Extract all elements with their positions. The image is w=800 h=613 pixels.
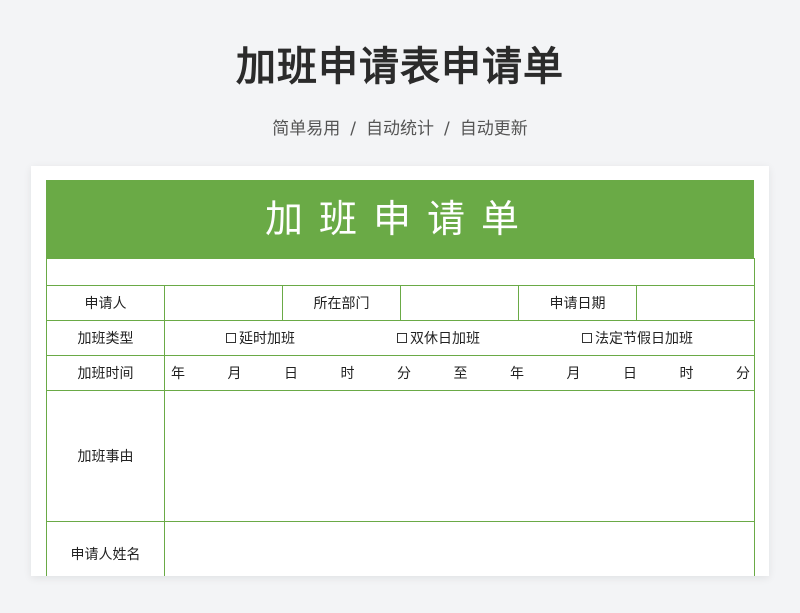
- time-unit: 时: [340, 366, 355, 382]
- applicant-label: 申请人: [46, 285, 165, 321]
- form-header: 加班申请单: [46, 180, 754, 258]
- signature-field[interactable]: [163, 521, 756, 576]
- type-row: 加班类型 延时加班 双休日加班 法定节假日加班: [46, 320, 756, 356]
- time-unit: 分: [736, 366, 750, 382]
- department-field[interactable]: [400, 285, 519, 321]
- blank-cell[interactable]: [45, 258, 756, 286]
- subtitle-item: 自动更新: [459, 119, 528, 139]
- subtitle-separator: /: [444, 119, 450, 139]
- date-label: 申请日期: [518, 285, 637, 321]
- page-subtitle: 简单易用 / 自动统计 / 自动更新: [0, 114, 800, 139]
- checkbox-icon[interactable]: [397, 333, 408, 343]
- time-unit: 至: [453, 366, 468, 382]
- page-title: 加班申请表申请单: [236, 44, 564, 90]
- applicant-field[interactable]: [164, 285, 283, 321]
- signature-label: 申请人姓名: [46, 521, 165, 576]
- time-unit: 月: [227, 366, 242, 382]
- overtime-form: 加班申请单 申请人 所在部门 申请日期 加班类型 延时加班 双休日加班 法定节假…: [45, 180, 756, 576]
- reason-row: 加班事由: [46, 390, 756, 522]
- time-unit: 分: [397, 366, 411, 382]
- time-unit: 年: [171, 366, 185, 382]
- type-options: 延时加班 双休日加班 法定节假日加班: [163, 320, 756, 356]
- time-unit: 年: [510, 366, 524, 382]
- time-row: 加班时间 年 月 日 时 分 至 年 月 日 时 分: [46, 355, 756, 391]
- reason-field[interactable]: [163, 390, 756, 522]
- time-unit: 日: [623, 366, 637, 382]
- time-label: 加班时间: [46, 355, 165, 391]
- time-field[interactable]: 年 月 日 时 分 至 年 月 日 时 分: [163, 355, 756, 391]
- time-unit: 日: [284, 366, 298, 382]
- signature-row: 申请人姓名: [46, 521, 756, 576]
- option-label: 法定节假日加班: [595, 331, 694, 347]
- department-label: 所在部门: [282, 285, 401, 321]
- subtitle-separator: /: [350, 119, 356, 139]
- reason-label: 加班事由: [46, 390, 165, 522]
- option-label: 延时加班: [239, 331, 295, 347]
- type-option-delay[interactable]: 延时加班: [226, 328, 295, 348]
- blank-row: [45, 258, 756, 286]
- option-label: 双休日加班: [410, 331, 481, 347]
- form-table: 申请人 所在部门 申请日期 加班类型 延时加班 双休日加班 法定节假日加班 加班…: [45, 258, 756, 576]
- form-sheet: 加班申请单 申请人 所在部门 申请日期 加班类型 延时加班 双休日加班 法定节假…: [31, 166, 769, 576]
- checkbox-icon[interactable]: [582, 333, 593, 343]
- subtitle-item: 自动统计: [366, 119, 434, 139]
- applicant-row: 申请人 所在部门 申请日期: [46, 285, 756, 321]
- type-option-holiday[interactable]: 法定节假日加班: [582, 328, 693, 348]
- time-unit: 月: [566, 366, 581, 382]
- type-option-weekend[interactable]: 双休日加班: [397, 328, 480, 348]
- type-label: 加班类型: [46, 320, 165, 356]
- checkbox-icon[interactable]: [226, 333, 236, 343]
- subtitle-item: 简单易用: [272, 119, 341, 139]
- time-unit: 时: [679, 366, 694, 382]
- date-field[interactable]: [635, 285, 756, 321]
